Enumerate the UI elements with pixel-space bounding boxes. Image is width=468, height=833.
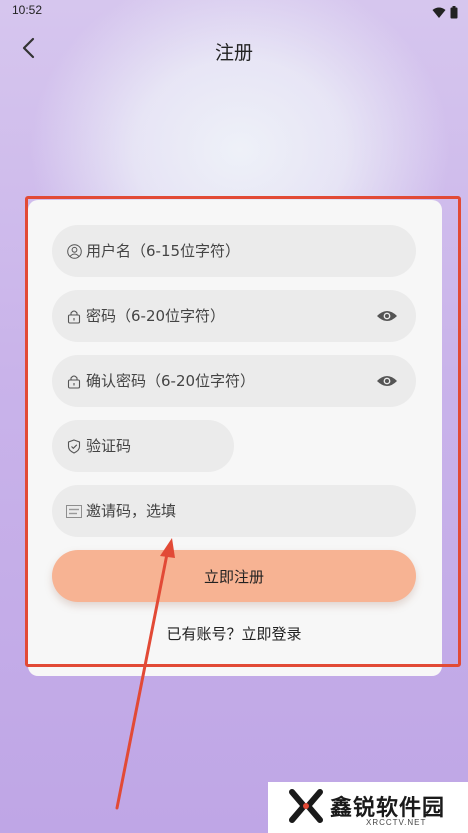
- watermark-subtext: XRCCTV.NET: [366, 818, 427, 827]
- annotation-arrow: [115, 538, 175, 810]
- watermark-logo: [288, 788, 324, 828]
- watermark: 鑫锐软件园 XRCCTV.NET: [268, 782, 468, 833]
